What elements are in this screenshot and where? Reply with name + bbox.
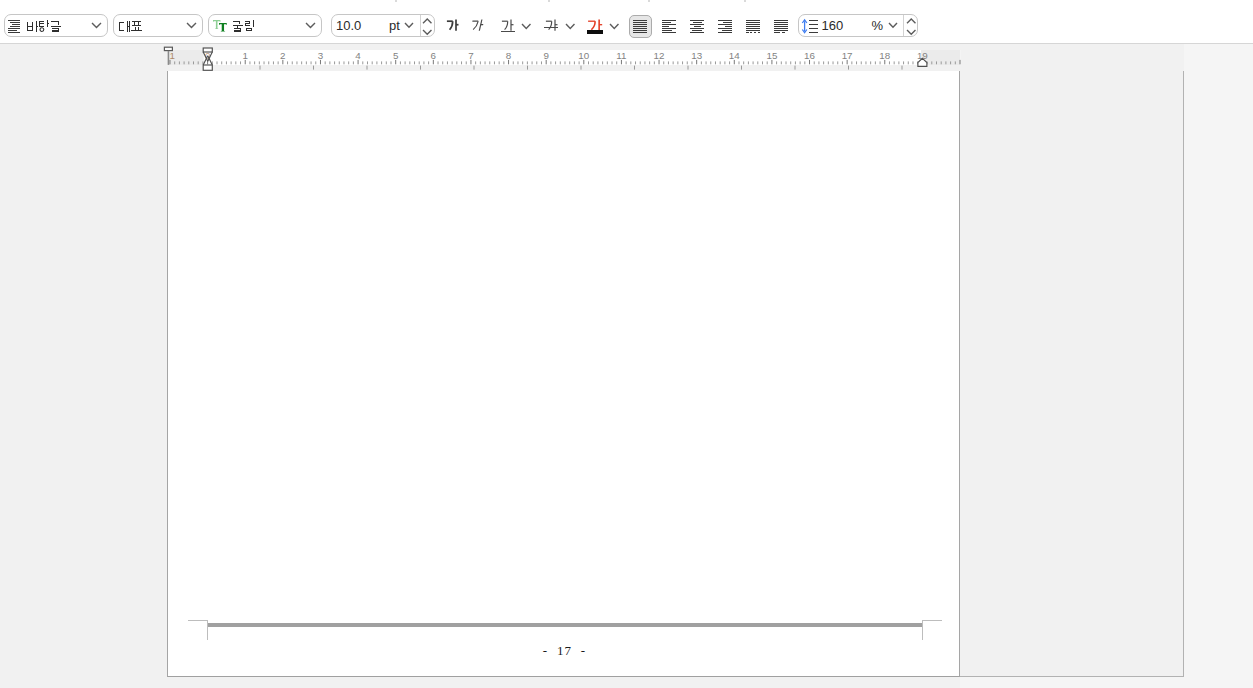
svg-text:12: 12 xyxy=(654,50,665,61)
svg-text:5: 5 xyxy=(393,50,399,61)
svg-text:11: 11 xyxy=(616,50,626,61)
svg-text:7: 7 xyxy=(468,50,473,61)
svg-text:8: 8 xyxy=(506,50,512,61)
svg-text:6: 6 xyxy=(431,50,437,61)
svg-text:13: 13 xyxy=(691,50,702,61)
svg-text:15: 15 xyxy=(766,50,777,61)
svg-text:16: 16 xyxy=(804,50,815,61)
svg-text:4: 4 xyxy=(355,50,361,61)
svg-text:1: 1 xyxy=(170,50,175,61)
svg-text:18: 18 xyxy=(879,50,890,61)
svg-text:9: 9 xyxy=(543,50,548,61)
svg-text:1: 1 xyxy=(242,50,247,61)
svg-text:3: 3 xyxy=(318,50,324,61)
svg-text:17: 17 xyxy=(842,50,853,61)
svg-text:2: 2 xyxy=(280,50,285,61)
svg-text:10: 10 xyxy=(578,50,589,61)
svg-text:14: 14 xyxy=(729,50,740,61)
